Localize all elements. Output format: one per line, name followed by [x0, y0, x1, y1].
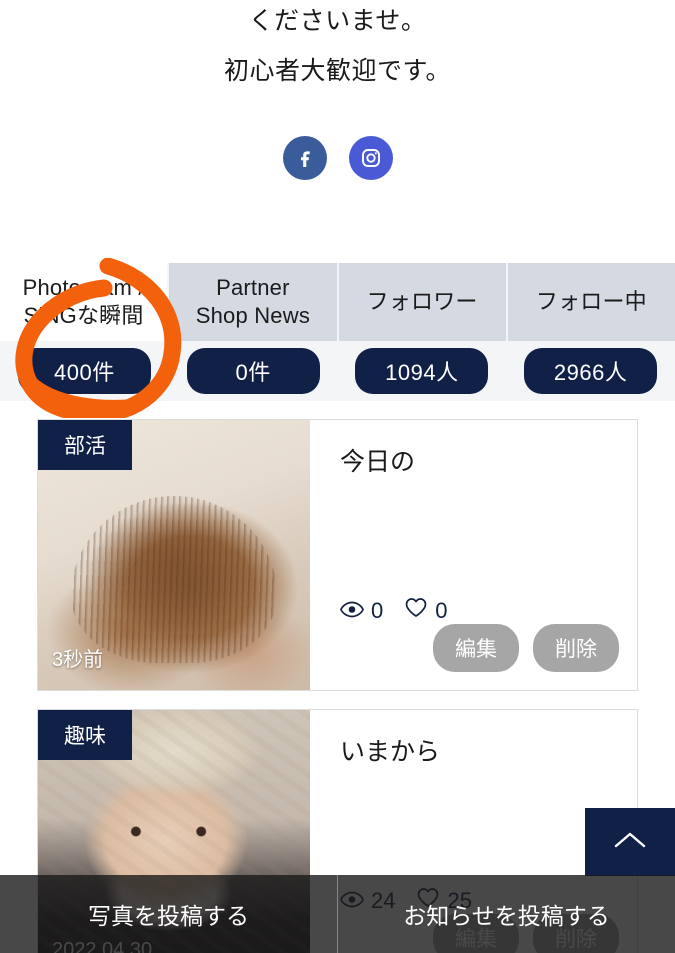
scroll-to-top-button[interactable]: [585, 808, 675, 876]
mobile-profile-page: ライブや舞台やイベント等に出演したい方、お問合せ くださいませ。 初心者大歓迎で…: [0, 0, 675, 953]
badge-partner-count[interactable]: 0件: [186, 348, 320, 394]
facebook-icon: [293, 146, 317, 170]
badge-followers-count[interactable]: 1094人: [355, 348, 489, 394]
intro-line-3: 初心者大歓迎です。: [223, 57, 451, 85]
tab-photogram-label: Photogram / SiNGな瞬間: [22, 275, 145, 328]
tab-list: Photogram / SiNGな瞬間 Partner Shop News フォ…: [0, 263, 675, 341]
post-timestamp: 3秒前: [52, 649, 104, 671]
heart-icon: [404, 597, 428, 624]
badge-cell-photogram: 400件: [0, 348, 169, 394]
post-card-list: 部活 3秒前 今日の 0 0 編集 削除 趣味 いまから: [0, 419, 675, 953]
post-title: 今日の: [340, 448, 416, 476]
badge-cell-followers: 1094人: [338, 348, 507, 394]
tab-photogram[interactable]: Photogram / SiNGな瞬間: [0, 263, 170, 341]
instagram-icon: [359, 146, 383, 170]
tab-following-label: フォロー中: [535, 289, 647, 314]
intro-text-block: ライブや舞台やイベント等に出演したい方、お問合せ くださいませ。 初心者大歓迎で…: [0, 0, 675, 96]
tab-partner-shop-news[interactable]: Partner Shop News: [169, 263, 339, 341]
post-actions: 編集 削除: [433, 624, 619, 672]
tab-partner-shop-news-label: Partner Shop News: [195, 275, 311, 328]
post-category-tag: 趣味: [38, 710, 132, 760]
tab-followers-label: フォロワー: [366, 289, 478, 314]
badge-following-count[interactable]: 2966人: [524, 348, 658, 394]
post-like-count: 0: [435, 597, 448, 623]
badge-cell-partner: 0件: [169, 348, 338, 394]
facebook-link[interactable]: [282, 136, 327, 180]
post-view-stat: 0: [340, 598, 383, 624]
edit-button[interactable]: 編集: [433, 624, 519, 672]
badge-photogram-count[interactable]: 400件: [17, 348, 151, 394]
badge-cell-following: 2966人: [506, 348, 675, 394]
post-view-count: 0: [371, 597, 384, 623]
post-news-button[interactable]: お知らせを投稿する: [338, 875, 675, 953]
instagram-link[interactable]: [348, 136, 393, 180]
post-body: 今日の 0 0 編集 削除: [310, 420, 637, 690]
tab-count-row: 400件 0件 1094人 2966人: [0, 341, 675, 401]
tab-following[interactable]: フォロー中: [507, 263, 675, 341]
delete-button[interactable]: 削除: [533, 624, 619, 672]
chevron-up-icon: [613, 830, 647, 855]
post-like-stat[interactable]: 0: [404, 597, 448, 624]
post-media[interactable]: 部活 3秒前: [38, 420, 310, 690]
profile-tab-bar: Photogram / SiNGな瞬間 Partner Shop News フォ…: [0, 263, 675, 401]
post-category-tag: 部活: [38, 420, 132, 470]
bottom-action-bar: 写真を投稿する お知らせを投稿する: [0, 875, 675, 953]
table-row[interactable]: 部活 3秒前 今日の 0 0 編集 削除: [37, 419, 638, 691]
intro-line-2: くださいませ。: [248, 7, 427, 35]
eye-icon: [340, 598, 364, 624]
post-title: いまから: [340, 738, 441, 766]
post-photo-button[interactable]: 写真を投稿する: [0, 875, 338, 953]
tab-followers[interactable]: フォロワー: [338, 263, 508, 341]
post-stats: 0 0: [340, 597, 448, 624]
social-links-row: [0, 136, 675, 180]
